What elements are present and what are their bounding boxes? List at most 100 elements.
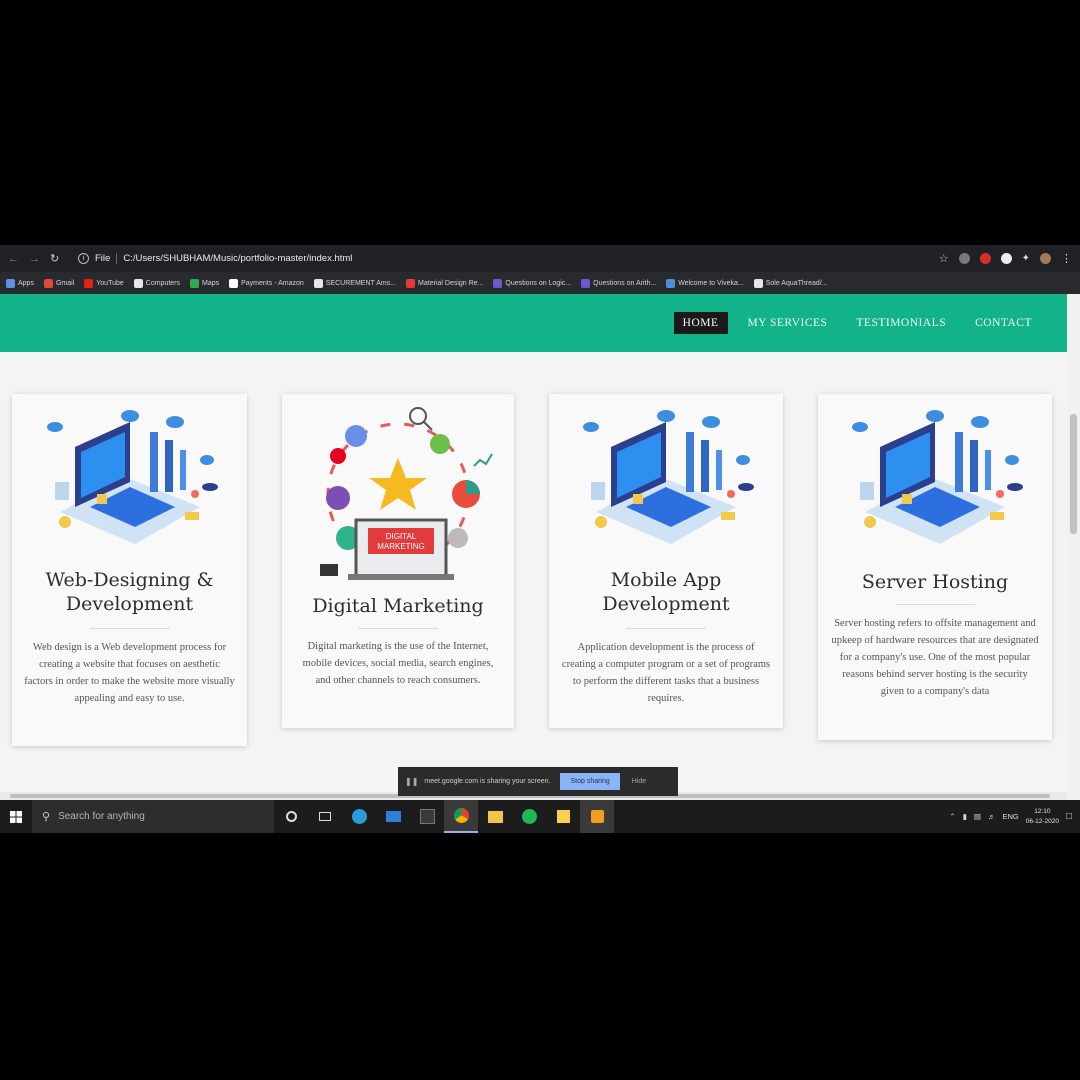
bookmark-icon xyxy=(313,278,323,288)
network-icon[interactable]: ▤ xyxy=(974,812,981,821)
bookmark-item[interactable]: Gmail xyxy=(43,278,75,288)
app-icon[interactable] xyxy=(410,800,444,833)
bookmark-item[interactable]: Payments - Amazon xyxy=(229,278,304,288)
bookmark-item[interactable]: Questions on Logic... xyxy=(493,278,572,288)
spotify-icon[interactable] xyxy=(512,800,546,833)
service-card-mobile-app: Mobile App Development Application develo… xyxy=(549,394,783,728)
sharing-message: meet.google.com is sharing your screen. xyxy=(424,778,551,785)
service-title: Web-Designing & Development xyxy=(45,569,214,615)
bookmark-label: SECUREMENT Ams... xyxy=(325,279,397,287)
nav-my-services[interactable]: MY SERVICES xyxy=(739,312,837,334)
puzzle-icon[interactable]: ✦ xyxy=(1022,253,1030,264)
title-divider xyxy=(358,628,438,629)
browser-toolbar: ← → ↻ i File C:/Users/SHUBHAM/Music/port… xyxy=(0,245,1080,272)
info-icon[interactable]: i xyxy=(78,253,89,264)
service-description: Server hosting refers to offsite managem… xyxy=(831,618,1039,697)
edge-icon[interactable] xyxy=(342,800,376,833)
vertical-scrollbar[interactable] xyxy=(1067,294,1080,800)
service-title: Digital Marketing xyxy=(312,595,484,617)
nav-contact[interactable]: CONTACT xyxy=(966,312,1041,334)
notification-icon[interactable]: □ xyxy=(1066,811,1072,822)
nav-home[interactable]: HOME xyxy=(673,312,728,334)
service-description: Web design is a Web development process … xyxy=(24,642,235,704)
search-icon: ⚲ xyxy=(42,811,51,823)
bookmark-item[interactable]: YouTube xyxy=(84,278,124,288)
taskbar: ⚲ Search for anything ⌃ ▮ ▤ ♬ ENG 12:10 … xyxy=(0,800,1080,833)
bookmark-item[interactable]: Computers xyxy=(133,278,180,288)
avatar[interactable] xyxy=(1040,253,1051,264)
bookmark-label: Questions on Logic... xyxy=(505,279,572,287)
bookmark-label: Material Design Re... xyxy=(418,279,484,287)
clock[interactable]: 12:10 06-12-2020 xyxy=(1026,807,1059,827)
url-separator xyxy=(116,253,118,264)
forward-icon[interactable]: → xyxy=(29,253,40,265)
service-description: Application development is the process o… xyxy=(561,642,771,704)
service-description: Digital marketing is the use of the Inte… xyxy=(302,641,494,686)
bookmark-item[interactable]: Welcome to Viveka... xyxy=(666,278,744,288)
bookmark-label: Maps xyxy=(202,279,220,287)
service-card-digital-marketing: DIGITAL MARKETING Digital Marketing Digi… xyxy=(282,394,514,728)
web-page: HOME MY SERVICES TESTIMONIALS CONTACT We… xyxy=(0,294,1067,800)
extension-icon[interactable] xyxy=(958,253,970,264)
search-placeholder: Search for anything xyxy=(58,811,145,822)
chrome-icon[interactable] xyxy=(444,800,478,833)
bookmarks-bar: Apps Gmail YouTube Computers Maps Payments - … xyxy=(0,272,1080,294)
scrollbar-thumb[interactable] xyxy=(1070,414,1077,534)
bookmark-item[interactable]: Questions on Arith... xyxy=(581,278,657,288)
bookmark-label: Sole AquaThread/... xyxy=(765,279,828,287)
site-navbar: HOME MY SERVICES TESTIMONIALS CONTACT xyxy=(0,294,1067,352)
mail-icon[interactable] xyxy=(376,800,410,833)
file-explorer-icon[interactable] xyxy=(478,800,512,833)
bookmark-item[interactable]: Apps xyxy=(6,278,34,288)
service-title: Mobile App Development xyxy=(602,569,730,615)
bookmark-icon xyxy=(84,278,94,288)
pause-icon: ❚❚ xyxy=(405,777,419,786)
bookmark-label: Questions on Arith... xyxy=(593,279,657,287)
clock-time: 12:10 xyxy=(1034,807,1051,815)
extension-icon[interactable] xyxy=(1000,253,1012,264)
sticky-notes-icon[interactable] xyxy=(546,800,580,833)
bookmark-item[interactable]: Maps xyxy=(190,278,220,288)
nav-testimonials[interactable]: TESTIMONIALS xyxy=(847,312,955,334)
bookmark-icon xyxy=(190,278,199,288)
sublime-text-icon[interactable] xyxy=(580,800,614,833)
url-text: C:/Users/SHUBHAM/Music/portfolio-master/… xyxy=(123,253,353,264)
hide-button[interactable]: Hide xyxy=(632,778,646,785)
bookmark-icon xyxy=(133,278,143,288)
bookmark-icon xyxy=(6,278,15,288)
bookmark-item[interactable]: Material Design Re... xyxy=(406,278,484,288)
bookmark-label: YouTube xyxy=(96,279,124,287)
bookmark-item[interactable]: Sole AquaThread/... xyxy=(753,278,828,288)
digital-marketing-illustration: DIGITAL MARKETING xyxy=(282,406,514,586)
reload-icon[interactable]: ↻ xyxy=(50,252,59,265)
bookmark-item[interactable]: SECUREMENT Ams... xyxy=(313,278,397,288)
stop-sharing-button[interactable]: Stop sharing xyxy=(560,773,620,790)
isometric-computer-illustration xyxy=(12,402,247,552)
bookmark-label: Payments - Amazon xyxy=(241,279,304,287)
clock-date: 06-12-2020 xyxy=(1025,817,1059,825)
bookmark-label: Welcome to Viveka... xyxy=(678,279,744,287)
bookmark-label: Gmail xyxy=(55,279,75,287)
menu-icon[interactable]: ⋮ xyxy=(1061,252,1072,265)
taskbar-search-input[interactable]: ⚲ Search for anything xyxy=(32,800,274,833)
task-view-icon[interactable] xyxy=(308,800,342,833)
chevron-up-icon[interactable]: ⌃ xyxy=(949,812,955,821)
language-indicator[interactable]: ENG xyxy=(1002,812,1018,821)
bookmark-icon xyxy=(581,278,591,288)
bookmark-label: Apps xyxy=(18,279,34,287)
bookmark-icon xyxy=(493,278,503,288)
system-tray: ⌃ ▮ ▤ ♬ ENG 12:10 06-12-2020 □ xyxy=(949,807,1080,827)
bookmark-icon xyxy=(753,278,763,288)
title-divider xyxy=(626,628,706,629)
star-icon[interactable]: ☆ xyxy=(939,252,949,265)
back-icon[interactable]: ← xyxy=(8,253,19,265)
extension-icon[interactable] xyxy=(979,253,991,264)
volume-icon[interactable]: ♬ xyxy=(988,812,996,821)
bookmark-icon xyxy=(666,278,676,288)
cortana-icon[interactable] xyxy=(274,800,308,833)
battery-icon[interactable]: ▮ xyxy=(963,812,967,821)
windows-start-icon[interactable] xyxy=(0,800,32,833)
screen: ← → ↻ i File C:/Users/SHUBHAM/Music/port… xyxy=(0,245,1080,833)
service-card-web-design: Web-Designing & Development Web design is… xyxy=(12,394,247,746)
address-bar[interactable]: i File C:/Users/SHUBHAM/Music/portfolio-… xyxy=(78,249,939,269)
